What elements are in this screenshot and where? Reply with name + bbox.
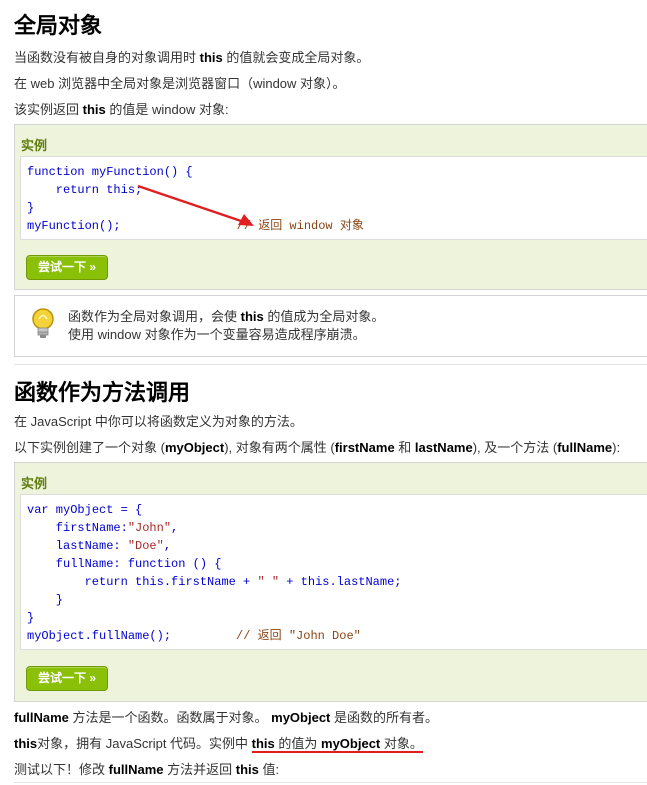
text: 对象，拥有 JavaScript 代码。实例中 xyxy=(37,736,252,751)
bold-term: firstName xyxy=(334,440,395,455)
example-box: 实例 var myObject = { firstName:"John", la… xyxy=(14,462,647,702)
code-text: () { xyxy=(185,557,222,571)
keyword-this: this xyxy=(240,309,264,324)
code-text: this.firstName + xyxy=(127,575,258,589)
code-text: myFunction(); xyxy=(27,219,121,233)
code-line: lastName: "Doe", xyxy=(27,537,171,555)
keyword-this: this xyxy=(199,50,223,65)
try-it-button[interactable]: 尝试一下 » xyxy=(26,255,108,280)
code-line: } xyxy=(27,201,35,215)
code-line: myObject.fullName(); // 返回 "John Doe" xyxy=(27,627,361,645)
code-text: lastName: xyxy=(27,539,128,553)
paragraph: 以下实例创建了一个对象 (myObject), 对象有两个属性 (firstNa… xyxy=(14,440,620,456)
red-underline-annotation: this 的值为 myObject 对象。 xyxy=(251,736,423,753)
code-line: } xyxy=(27,593,64,607)
text: 是函数的所有者。 xyxy=(330,710,439,725)
code-line: var myObject = { xyxy=(27,501,142,519)
bold-term: myObject xyxy=(164,440,225,455)
section-title-global-object: 全局对象 xyxy=(14,13,103,38)
text: 方法是一个函数。函数属于对象。 xyxy=(68,710,272,725)
code-text: myFunction() { xyxy=(84,165,193,179)
text: 以下实例创建了一个对象 ( xyxy=(14,440,165,455)
bold-term: myObject xyxy=(321,736,381,751)
text: 当函数没有被自身的对象调用时 xyxy=(14,50,200,65)
text: ), 及一个方法 ( xyxy=(472,440,558,455)
red-arrow-annotation xyxy=(137,184,254,226)
paragraph: 在 JavaScript 中你可以将函数定义为对象的方法。 xyxy=(14,414,303,429)
bold-term: this xyxy=(14,736,38,751)
code-keyword: return xyxy=(27,575,128,589)
bold-term: lastName xyxy=(414,440,473,455)
code-line: return this; xyxy=(27,181,142,199)
example-title: 实例 xyxy=(21,138,48,153)
text: 的值成为全局对象。 xyxy=(263,309,385,324)
keyword-this: this xyxy=(82,102,106,117)
bottom-divider xyxy=(14,782,647,783)
example-title: 实例 xyxy=(21,476,48,491)
code-text: , xyxy=(171,521,179,535)
text: 的值就会变成全局对象。 xyxy=(222,50,370,65)
text: 和 xyxy=(394,440,415,455)
text: ): xyxy=(612,440,621,455)
tip-line-2: 使用 window 对象作为一个变量容易造成程序崩溃。 xyxy=(68,327,366,342)
text: 测试以下！修改 xyxy=(14,762,109,777)
code-text: fullName: xyxy=(27,557,128,571)
tip-box: 函数作为全局对象调用，会使 this 的值成为全局对象。 使用 window 对… xyxy=(14,295,647,357)
code-string: " " xyxy=(257,575,280,589)
paragraph: this对象，拥有 JavaScript 代码。实例中 this 的值为 myO… xyxy=(14,736,423,753)
section-divider xyxy=(14,364,647,365)
lightbulb-icon xyxy=(32,308,54,338)
text: 对象。 xyxy=(380,736,423,751)
code-text: , xyxy=(163,539,172,553)
code-line: function myFunction() { xyxy=(27,163,193,181)
text: 的值是 window 对象: xyxy=(105,102,229,117)
paragraph: 测试以下！修改 fullName 方法并返回 this 值: xyxy=(14,762,279,778)
bold-term: fullName xyxy=(108,762,164,777)
text: 方法并返回 xyxy=(163,762,236,777)
bold-term: myObject xyxy=(271,710,331,725)
bold-term: this xyxy=(251,736,275,751)
section-title-method-call: 函数作为方法调用 xyxy=(14,380,191,405)
text: 的值为 xyxy=(274,736,322,751)
code-line: return this.firstName + " " + this.lastN… xyxy=(27,573,402,591)
paragraph: 该实例返回 this 的值是 window 对象: xyxy=(14,102,229,118)
code-keyword: return xyxy=(27,183,100,197)
paragraph: 当函数没有被自身的对象调用时 this 的值就会变成全局对象。 xyxy=(14,50,369,66)
code-line: } xyxy=(27,611,35,625)
code-keyword: var xyxy=(27,503,49,517)
keyword-this: this xyxy=(235,762,259,777)
text: ), 对象有两个属性 ( xyxy=(224,440,335,455)
code-string: "John" xyxy=(127,521,172,535)
code-block: var myObject = { firstName:"John", lastN… xyxy=(20,494,647,650)
paragraph: fullName 方法是一个函数。函数属于对象。 myObject 是函数的所有… xyxy=(14,710,438,726)
bold-term: fullName xyxy=(557,440,613,455)
text: 该实例返回 xyxy=(14,102,83,117)
code-line: firstName:"John", xyxy=(27,519,178,537)
tip-line-1: 函数作为全局对象调用，会使 this 的值成为全局对象。 xyxy=(68,309,384,325)
code-line: fullName: function () { xyxy=(27,555,222,573)
code-text: firstName: xyxy=(27,521,128,535)
bold-term: fullName xyxy=(14,710,69,725)
code-keyword: function xyxy=(27,165,85,179)
example-box: 实例 function myFunction() { return this; … xyxy=(14,124,647,290)
paragraph: 在 web 浏览器中全局对象是浏览器窗口（window 对象）。 xyxy=(14,76,346,91)
code-comment: // 返回 "John Doe" xyxy=(236,629,361,643)
code-block: function myFunction() { return this; } m… xyxy=(20,156,647,240)
text: 函数作为全局对象调用，会使 xyxy=(68,309,241,324)
code-text: myObject = { xyxy=(48,503,143,517)
code-string: "Doe" xyxy=(127,539,164,553)
try-it-button[interactable]: 尝试一下 » xyxy=(26,666,108,691)
code-text: + this.lastName; xyxy=(279,575,402,589)
code-keyword: function xyxy=(127,557,186,571)
code-text: myObject.fullName(); xyxy=(27,629,172,643)
text: 值: xyxy=(258,762,280,777)
